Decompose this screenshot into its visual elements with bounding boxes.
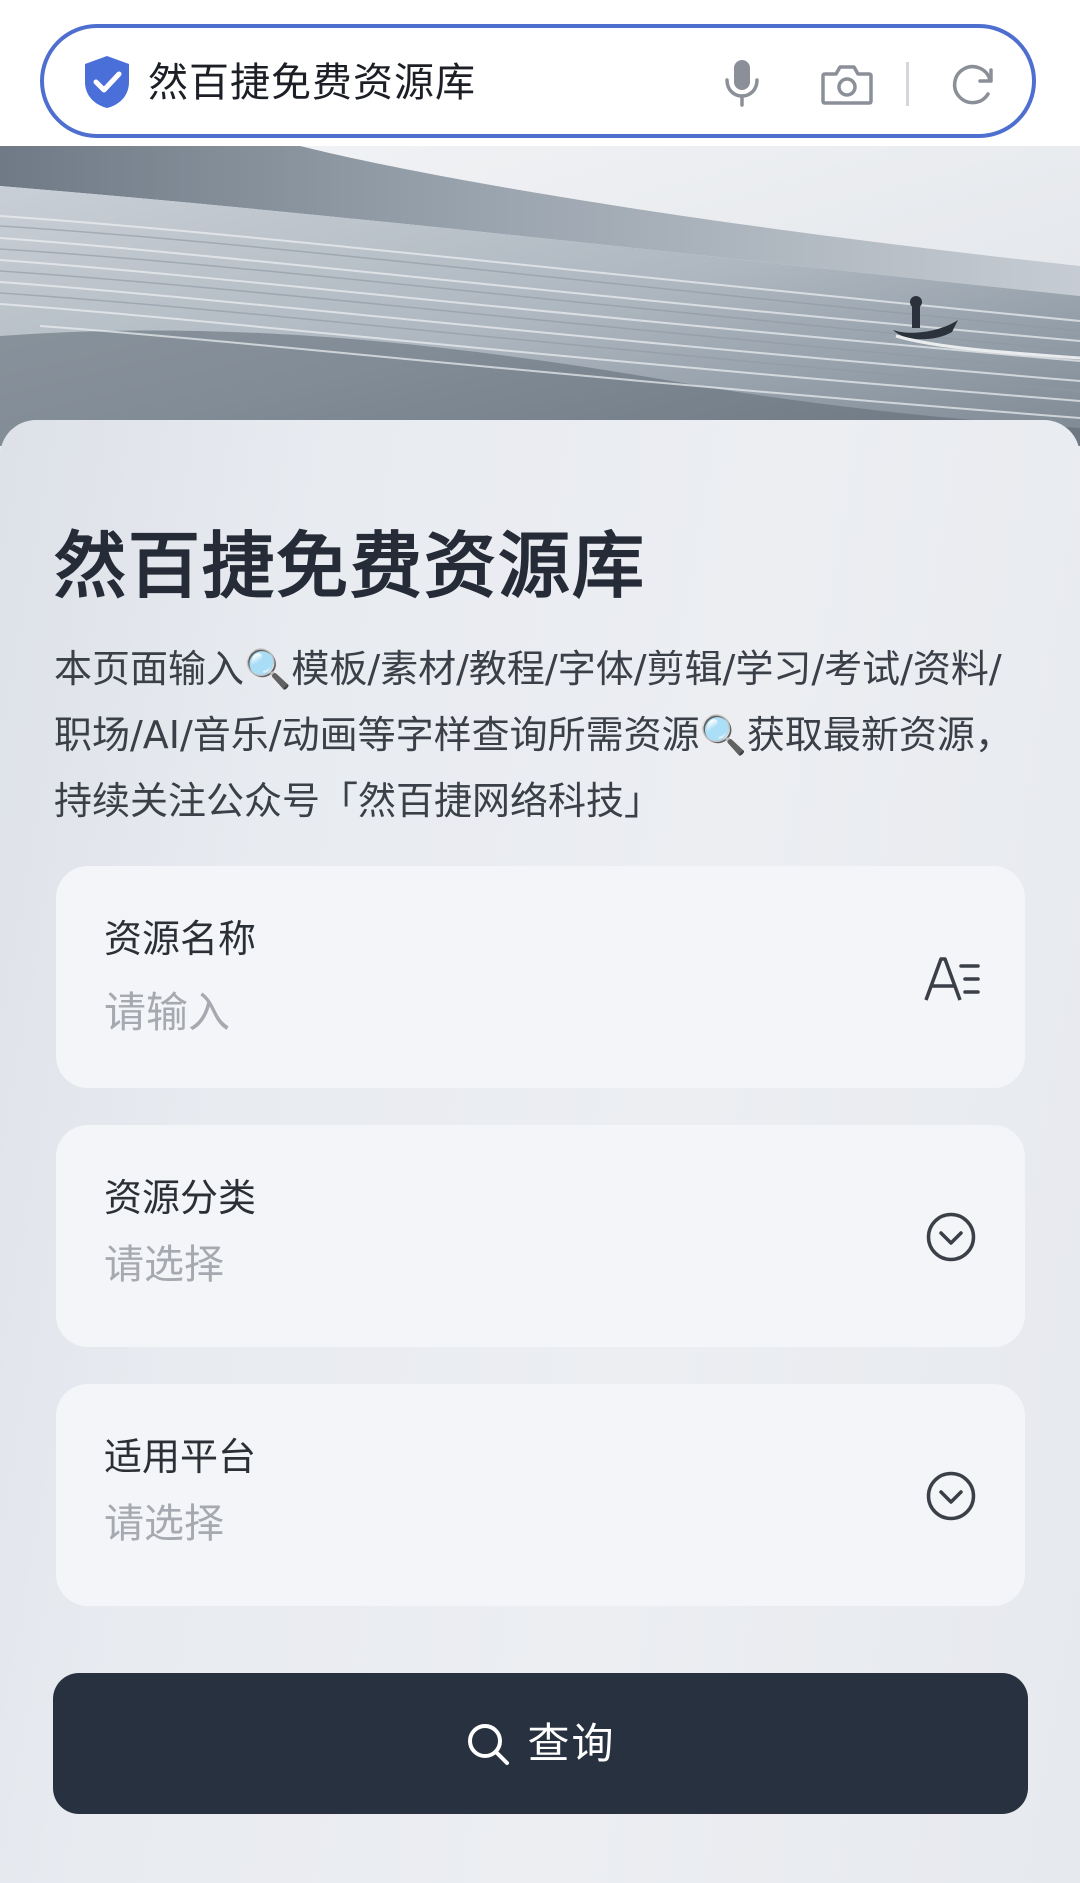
resource-name-input[interactable] <box>104 988 824 1038</box>
refresh-icon[interactable] <box>950 62 996 108</box>
sand-dune-boat-illustration <box>0 146 1080 446</box>
resource-category-label: 资源分类 <box>104 1176 257 1220</box>
shield-check-icon <box>85 56 129 108</box>
resource-category-select[interactable]: 请选择 <box>104 1241 224 1289</box>
font-size-icon[interactable] <box>923 954 981 1004</box>
search-bar-divider <box>906 62 909 106</box>
page-description: 本页面输入🔍模板/素材/教程/字体/剪辑/学习/考试/资料/职场/AI/音乐/动… <box>54 647 1013 823</box>
page-title: 然百捷免费资源库 <box>54 524 647 608</box>
banner-image <box>0 146 1080 446</box>
resource-search-card: 然百捷免费资源库 本页面输入🔍模板/素材/教程/字体/剪辑/学习/考试/资料/职… <box>0 420 1080 1883</box>
applicable-platform-field[interactable]: 适用平台 请选择 <box>56 1384 1025 1606</box>
search-query-text[interactable]: 然百捷免费资源库 <box>148 59 476 107</box>
search-icon <box>468 1723 510 1765</box>
applicable-platform-label: 适用平台 <box>104 1435 257 1479</box>
applicable-platform-select[interactable]: 请选择 <box>104 1500 224 1548</box>
camera-icon[interactable] <box>820 62 874 106</box>
chevron-down-circle-icon[interactable] <box>925 1470 977 1522</box>
resource-name-field[interactable]: 资源名称 <box>56 866 1025 1088</box>
chevron-down-circle-icon[interactable] <box>925 1211 977 1263</box>
query-button[interactable]: 查询 <box>53 1673 1028 1814</box>
query-button-label: 查询 <box>527 1718 616 1768</box>
query-button-content: 查询 <box>465 1719 615 1769</box>
resource-category-field[interactable]: 资源分类 请选择 <box>56 1125 1025 1347</box>
search-bar[interactable]: 然百捷免费资源库 <box>40 24 1036 138</box>
resource-name-label: 资源名称 <box>104 917 257 961</box>
microphone-icon[interactable] <box>722 58 762 108</box>
